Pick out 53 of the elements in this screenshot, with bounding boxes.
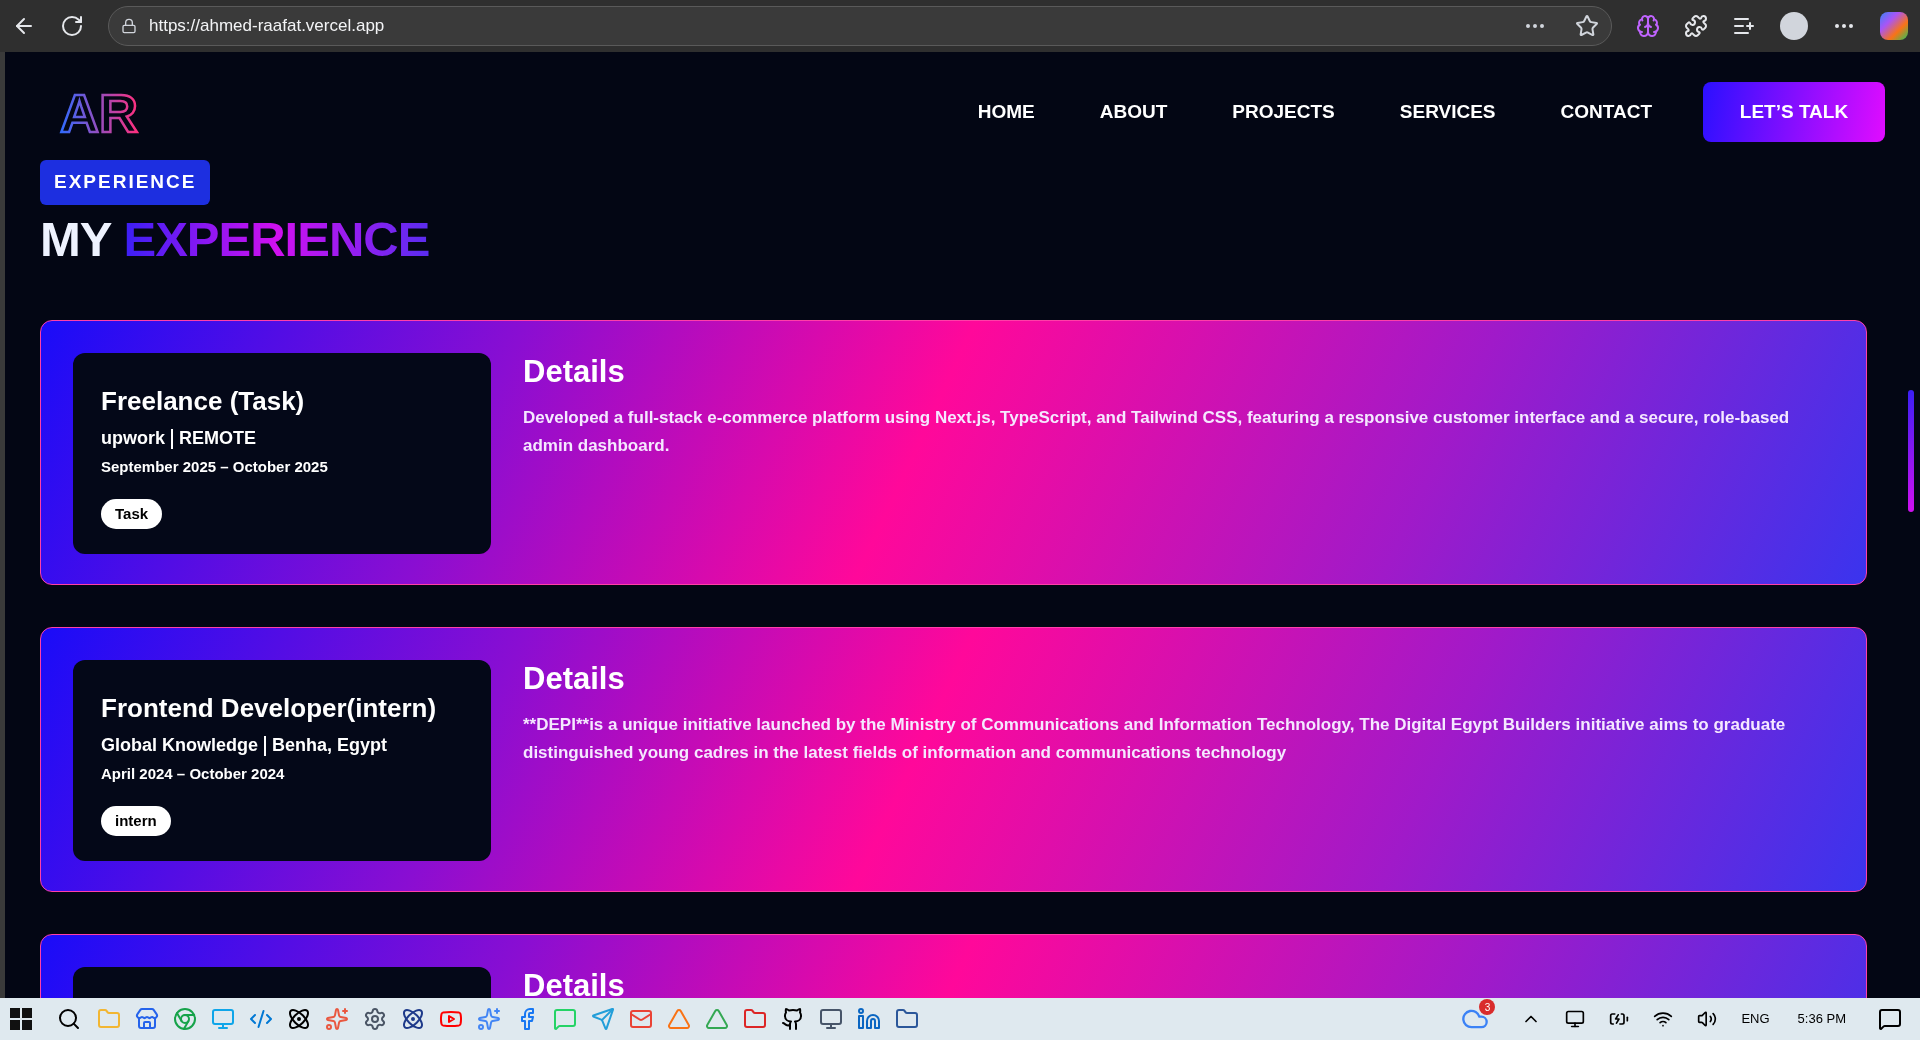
company-name: Global Knowledge bbox=[101, 734, 258, 758]
details-heading: Details bbox=[523, 352, 626, 391]
job-tag: intern bbox=[101, 805, 171, 837]
language-indicator[interactable]: ENG bbox=[1741, 1009, 1770, 1029]
speaker-icon[interactable] bbox=[1697, 1009, 1718, 1029]
atom-icon[interactable] bbox=[401, 1007, 425, 1031]
date-range: September 2025 – October 2025 bbox=[101, 457, 329, 478]
details-text: **DEPI**is a unique initiative launched by the Ministry of Communications and Information Technology, The Digital Egypt Builders initiative aims to graduate distinguished young cadres in the latest fields of information and communications technology bbox=[523, 713, 1787, 764]
favorite-star-icon[interactable] bbox=[1575, 14, 1599, 38]
reload-icon[interactable] bbox=[60, 14, 84, 38]
role-title: Freelance (Task) bbox=[101, 384, 306, 418]
address-bar[interactable]: https://ahmed-raafat.vercel.app bbox=[108, 6, 1612, 46]
wifi-icon[interactable] bbox=[1653, 1009, 1674, 1029]
search-icon[interactable] bbox=[57, 1007, 81, 1031]
code-editor-icon[interactable] bbox=[249, 1007, 273, 1031]
logo[interactable]: AR bbox=[58, 84, 144, 140]
linkedin-icon[interactable] bbox=[857, 1007, 881, 1031]
sparkle-icon[interactable] bbox=[325, 1007, 349, 1031]
company-name: upwork bbox=[101, 427, 165, 451]
scrollbar-thumb[interactable] bbox=[1908, 390, 1914, 512]
monitor-icon[interactable] bbox=[819, 1007, 843, 1031]
job-location: REMOTE bbox=[179, 427, 257, 451]
gear-icon[interactable] bbox=[363, 1007, 387, 1031]
extensions-icon[interactable] bbox=[1684, 14, 1708, 38]
notification-badge: 3 bbox=[1479, 999, 1496, 1015]
mail-icon[interactable] bbox=[629, 1007, 653, 1031]
sparkle-icon[interactable] bbox=[477, 1007, 501, 1031]
section-title: MY bbox=[40, 210, 112, 268]
nav-link[interactable]: CONTACT bbox=[1560, 97, 1652, 127]
url-text: https://ahmed-raafat.vercel.app bbox=[149, 15, 385, 38]
nav-link[interactable]: HOME bbox=[977, 97, 1035, 127]
role-title: Frontend Developer(intern) bbox=[101, 691, 438, 725]
nav-link[interactable]: SERVICES bbox=[1399, 97, 1496, 127]
details-heading: Details bbox=[523, 659, 626, 698]
store-icon[interactable] bbox=[135, 1007, 159, 1031]
copilot-icon[interactable] bbox=[1880, 12, 1908, 40]
nav-link[interactable]: PROJECTS bbox=[1232, 97, 1335, 127]
brain-icon[interactable] bbox=[1636, 14, 1660, 38]
nav-link[interactable]: ABOUT bbox=[1099, 97, 1168, 127]
job-location: Benha, Egypt bbox=[272, 734, 388, 758]
section-badge: EXPERIENCE bbox=[40, 160, 211, 205]
notifications-icon[interactable] bbox=[1878, 1007, 1902, 1031]
clock-time[interactable]: 5:36 PM bbox=[1797, 1009, 1846, 1029]
device-icon[interactable] bbox=[1565, 1009, 1586, 1029]
windows-start-icon[interactable] bbox=[10, 1008, 32, 1030]
profile-avatar[interactable] bbox=[1780, 12, 1808, 40]
date-range: April 2024 – October 2024 bbox=[101, 764, 286, 785]
lock-icon bbox=[121, 18, 137, 34]
lets-talk-button[interactable]: LET’S TALK bbox=[1703, 82, 1885, 142]
details-text: Developed a full-stack e-commerce platform using Next.js, TypeScript, and Tailwind CSS, featuring a responsive customer interface and a secure, role-based admin dashboard. bbox=[523, 406, 1791, 457]
github-icon[interactable] bbox=[781, 1007, 805, 1031]
details-heading: Details bbox=[523, 966, 626, 998]
job-tag: Task bbox=[101, 498, 163, 530]
